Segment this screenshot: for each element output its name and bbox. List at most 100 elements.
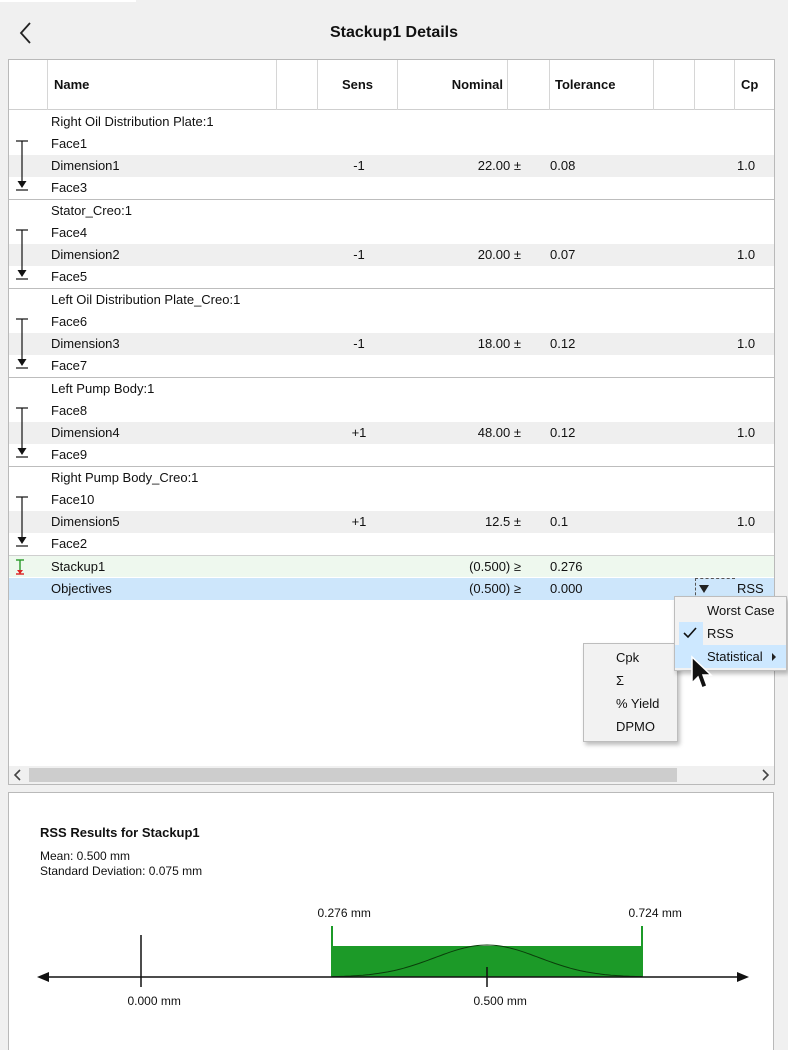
dimension-name: Dimension3 (51, 336, 120, 351)
header-icon-col (9, 60, 48, 110)
table-row-face[interactable]: Face10 (9, 489, 774, 511)
table-row-face[interactable]: Face3 (9, 177, 774, 199)
dimension-name: Dimension5 (51, 514, 120, 529)
face-name: Face7 (51, 358, 88, 373)
face-name: Face5 (51, 269, 88, 284)
dimension-tolerance: 0.12 (550, 336, 576, 351)
page-title: Stackup1 Details (329, 24, 459, 41)
table-row-dimension[interactable]: Dimension1 -1 22.00 ± 0.08 1.0 (9, 155, 774, 177)
dimension-nominal: 48.00 ± (477, 425, 521, 440)
horizontal-scrollbar[interactable] (9, 766, 774, 784)
table-row-face[interactable]: Face9 (9, 444, 774, 466)
header-cp[interactable]: Cp (735, 60, 774, 110)
table-row-face[interactable]: Face8 (9, 400, 774, 422)
scroll-thumb[interactable] (29, 768, 677, 782)
table-row-dimension[interactable]: Dimension4 +1 48.00 ± 0.12 1.0 (9, 422, 774, 444)
dimension-cp: 1.0 (737, 247, 756, 262)
part-name: Stator_Creo:1 (51, 203, 132, 218)
face-name: Face9 (51, 447, 88, 462)
axis-right-arrow (737, 972, 749, 982)
header-sens[interactable]: Sens (318, 60, 398, 110)
mouse-cursor-icon (691, 655, 713, 689)
scroll-right-arrow[interactable] (756, 766, 774, 784)
header-blank-3 (654, 60, 695, 110)
table-row-dimension[interactable]: Dimension3 -1 18.00 ± 0.12 1.0 (9, 333, 774, 355)
stackup-nominal: (0.500) ≥ (469, 559, 521, 574)
dimension-sens: -1 (353, 247, 365, 262)
table-row-face[interactable]: Face2 (9, 533, 774, 555)
dimension-arrow-icon (16, 318, 28, 369)
axis-left-arrow (37, 972, 49, 982)
submenu-item-label: Cpk (616, 650, 640, 665)
table-row-face[interactable]: Face1 (9, 133, 774, 155)
scroll-left-arrow[interactable] (9, 766, 27, 784)
checkmark-icon (683, 627, 697, 639)
table-row-part[interactable]: Left Oil Distribution Plate_Creo:1 (9, 289, 774, 311)
face-name: Face10 (51, 492, 95, 507)
dimension-sens: +1 (351, 514, 367, 529)
table-row-face[interactable]: Face6 (9, 311, 774, 333)
header-nominal[interactable]: Nominal (398, 60, 508, 110)
table-row-part[interactable]: Right Pump Body_Creo:1 (9, 467, 774, 489)
dimension-nominal: 18.00 ± (477, 336, 521, 351)
header-blank-4 (695, 60, 735, 110)
face-name: Face2 (51, 536, 88, 551)
menu-item-worst-case[interactable]: Worst Case (675, 599, 786, 622)
submenu-item-yield[interactable]: % Yield (584, 692, 677, 715)
table-row-dimension[interactable]: Dimension5 +1 12.5 ± 0.1 1.0 (9, 511, 774, 533)
submenu-item-dpmo[interactable]: DPMO (584, 715, 677, 738)
zero-label: 0.000 mm (127, 994, 181, 1008)
submenu-item-sigma[interactable]: Σ (584, 669, 677, 692)
header-name[interactable]: Name (48, 60, 277, 110)
table-row-objectives[interactable]: Objectives (0.500) ≥0.000 RSS (9, 578, 774, 600)
dimension-arrow-icon (16, 140, 28, 191)
menu-item-label: RSS (707, 626, 734, 641)
objectives-name: Objectives (51, 581, 112, 596)
dimension-arrow-icon (16, 496, 28, 547)
dimension-tolerance: 0.08 (550, 158, 576, 173)
header-blank-1 (277, 60, 318, 110)
stackup-tolerance: 0.276 (550, 559, 583, 574)
dimension-arrow-icon (16, 229, 28, 280)
menu-item-label: Worst Case (707, 603, 775, 618)
table-row-stackup[interactable]: Stackup1 (0.500) ≥ 0.276 (9, 555, 774, 577)
table-row-dimension[interactable]: Dimension2 -1 20.00 ± 0.07 1.0 (9, 244, 774, 266)
face-name: Face4 (51, 225, 88, 240)
face-name: Face3 (51, 180, 88, 195)
table-row-face[interactable]: Face5 (9, 266, 774, 288)
stackup-name: Stackup1 (51, 559, 106, 574)
part-name: Right Oil Distribution Plate:1 (51, 114, 214, 129)
dimension-sens: -1 (353, 336, 365, 351)
submenu-item-cpk[interactable]: Cpk (584, 646, 677, 669)
objectives-tolerance: 0.000 (550, 581, 583, 596)
part-name: Left Oil Distribution Plate_Creo:1 (51, 292, 241, 307)
dimension-name: Dimension1 (51, 158, 120, 173)
face-name: Face1 (51, 136, 88, 151)
dimension-cp: 1.0 (737, 425, 756, 440)
stackup-icon (16, 559, 24, 575)
table-row-part[interactable]: Left Pump Body:1 (9, 378, 774, 400)
menu-item-rss[interactable]: RSS (675, 622, 786, 645)
dimension-name: Dimension2 (51, 247, 120, 262)
dimension-cp: 1.0 (737, 158, 756, 173)
part-name: Right Pump Body_Creo:1 (51, 470, 199, 485)
grid-header: Name Sens Nominal Tolerance Cp (9, 60, 774, 110)
objectives-nominal: (0.500) ≥ (469, 581, 521, 596)
table-row-part[interactable]: Stator_Creo:1 (9, 200, 774, 222)
header-tolerance[interactable]: Tolerance (550, 60, 654, 110)
dimension-name: Dimension4 (51, 425, 120, 440)
table-row-part[interactable]: Right Oil Distribution Plate:1 (9, 111, 774, 133)
chevron-right-icon (762, 769, 770, 781)
face-name: Face8 (51, 403, 88, 418)
dimension-nominal: 22.00 ± (477, 158, 521, 173)
upper-limit-label: 0.724 mm (628, 906, 682, 920)
table-row-face[interactable]: Face7 (9, 355, 774, 377)
dimension-cp: 1.0 (737, 514, 756, 529)
mean-label: 0.500 mm (473, 994, 527, 1008)
distribution-plot (37, 926, 749, 987)
results-panel: RSS Results for Stackup1 Mean: 0.500 mm … (8, 792, 774, 1050)
table-row-face[interactable]: Face4 (9, 222, 774, 244)
face-name: Face6 (51, 314, 88, 329)
dimension-nominal: 20.00 ± (477, 247, 521, 262)
dropdown-arrow-icon (699, 585, 709, 593)
